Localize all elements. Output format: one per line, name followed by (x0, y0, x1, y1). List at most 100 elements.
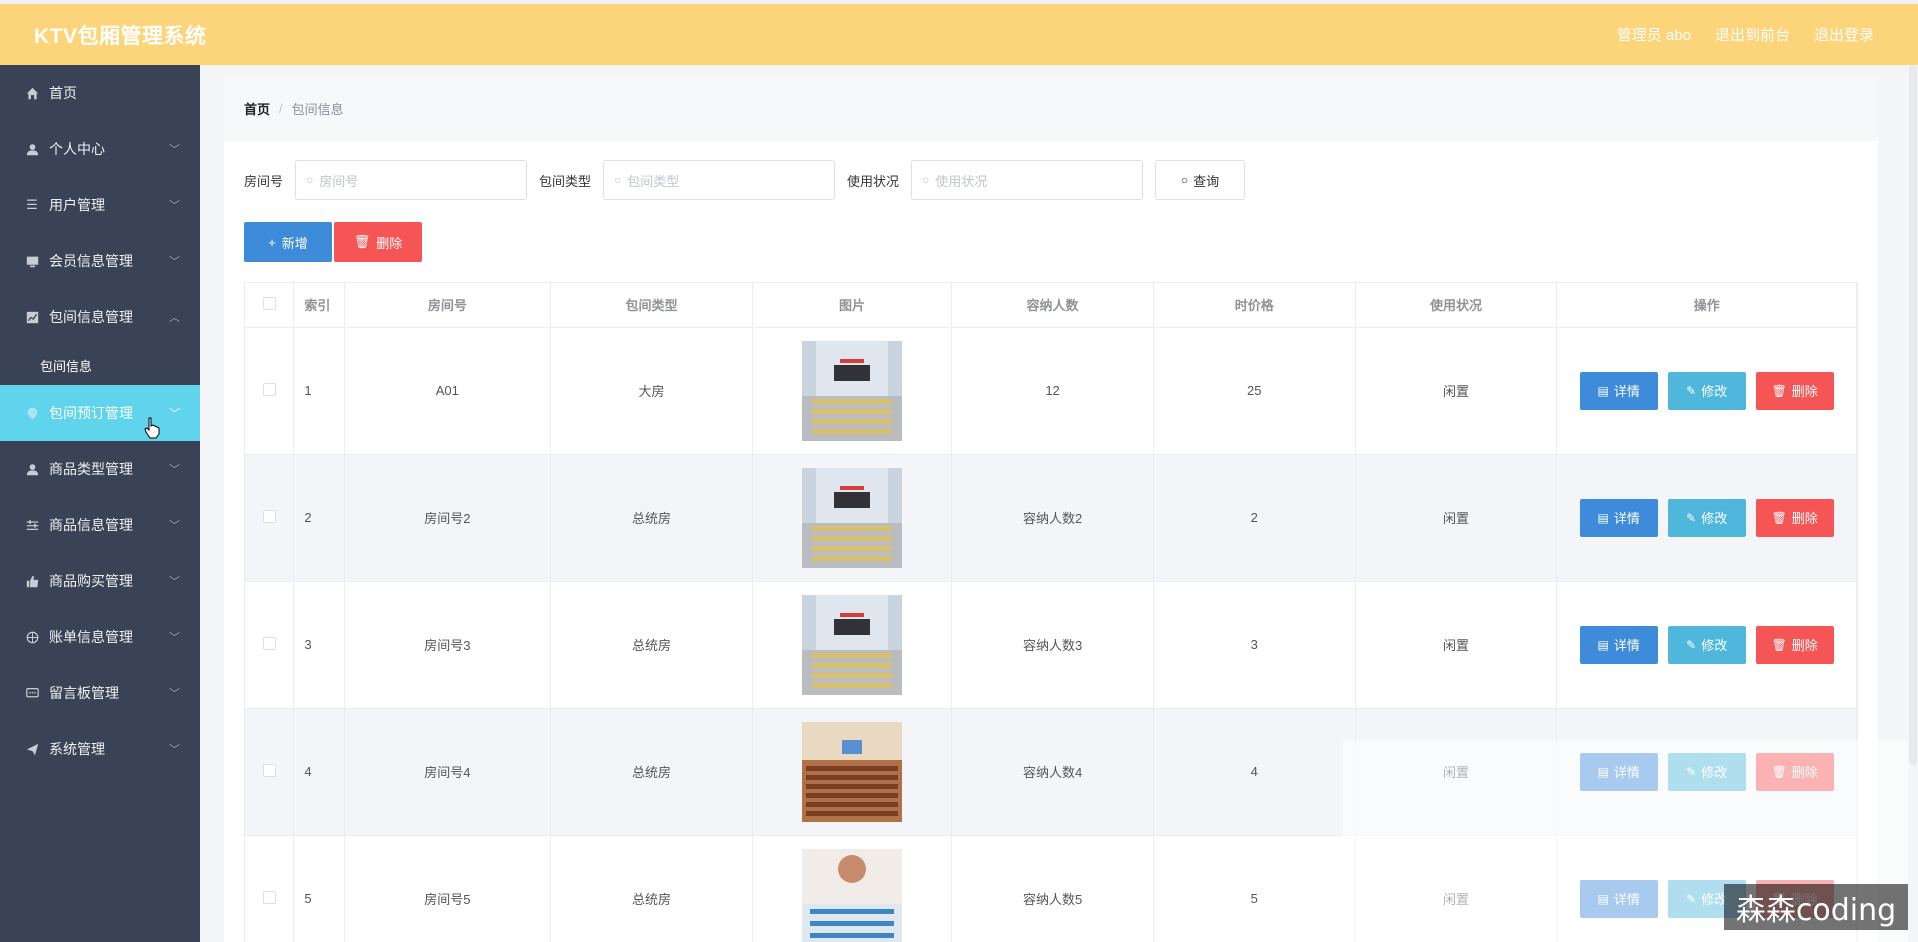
usage-status-label: 使用状况 (847, 173, 900, 189)
room-number-placeholder: 房间号 (319, 173, 359, 189)
logout-link[interactable]: 退出登录 (1814, 24, 1874, 45)
sidebar-item-room-info[interactable]: 包间信息管理 ︿ (0, 289, 200, 345)
row-checkbox[interactable] (262, 382, 276, 396)
chevron-down-icon: ﹀ (169, 200, 180, 212)
delete-label: 删除 (1791, 511, 1818, 526)
sidebar-item-system[interactable]: 系统管理 ﹀ (0, 721, 200, 777)
room-number-cell: 房间号5 (344, 835, 552, 942)
edit-label: 修改 (1701, 384, 1728, 399)
price-cell: 25 (1153, 327, 1356, 455)
delete-button[interactable]: 🗑 删除 (1755, 371, 1834, 410)
search-icon: ○ (306, 173, 314, 187)
sidebar-subitem-room-info[interactable]: 包间信息 (0, 345, 200, 385)
sidebar-item-label: 首页 (49, 85, 77, 101)
sidebar-item-personal-center[interactable]: 个人中心 ﹀ (0, 121, 200, 177)
column-header: 使用状况 (1355, 283, 1558, 328)
chevron-down-icon: ﹀ (169, 632, 180, 644)
column-header: 操作 (1556, 283, 1857, 328)
chevron-down-icon: ﹀ (169, 744, 180, 756)
pin-icon (24, 405, 40, 421)
sidebar-item-label: 包间预订管理 (49, 405, 133, 421)
sidebar-item-product-type[interactable]: 商品类型管理 ﹀ (0, 441, 200, 497)
column-header: 索引 (293, 283, 345, 328)
add-button[interactable]: + 新增 (244, 222, 332, 262)
row-checkbox[interactable] (262, 509, 276, 523)
room-type-cell: 总统房 (550, 835, 753, 942)
sidebar-item-home[interactable]: 首页 (0, 65, 200, 121)
sidebar-item-message-board[interactable]: 留言板管理 ﹀ (0, 665, 200, 721)
room-type-cell: 大房 (550, 327, 753, 455)
room-number-cell: 房间号4 (344, 708, 552, 836)
room-number-input[interactable]: ○ 房间号 (295, 160, 528, 200)
detail-button[interactable]: ▤ 详情 (1579, 625, 1658, 664)
delete-button[interactable]: 🗑 删除 (1755, 625, 1834, 664)
chart-icon (24, 309, 40, 325)
capacity-cell: 容纳人数3 (951, 581, 1154, 709)
sidebar-item-label: 用户管理 (49, 197, 105, 213)
sidebar-item-label: 留言板管理 (49, 685, 119, 701)
edit-button[interactable]: ✎ 修改 (1667, 498, 1746, 537)
room-image[interactable] (802, 848, 903, 942)
room-image[interactable] (802, 721, 903, 822)
document-icon: ▤ (1597, 383, 1609, 398)
room-image[interactable] (802, 340, 903, 441)
send-icon (24, 741, 40, 757)
price-cell: 3 (1153, 581, 1356, 709)
status-cell: 闲置 (1355, 327, 1558, 455)
pencil-icon: ✎ (1686, 637, 1697, 652)
sidebar-item-room-booking[interactable]: 包间预订管理 ﹀ (0, 385, 200, 441)
chevron-up-icon: ︿ (169, 312, 180, 324)
row-checkbox[interactable] (262, 890, 276, 904)
breadcrumb-current: 包间信息 (291, 101, 344, 117)
monitor-icon (24, 253, 40, 269)
hand-cursor-icon (144, 417, 160, 439)
select-all-checkbox[interactable] (262, 296, 276, 310)
admin-user-link[interactable]: 管理员 abo (1617, 24, 1691, 45)
trash-icon: 🗑 (353, 234, 371, 249)
room-image[interactable] (802, 594, 903, 695)
delete-button[interactable]: 🗑 删除 (1755, 498, 1834, 537)
room-image[interactable] (802, 467, 903, 568)
row-select-cell (245, 327, 295, 455)
status-cell: 闲置 (1355, 581, 1558, 709)
sidebar-item-label: 包间信息管理 (49, 309, 133, 325)
person-icon (24, 461, 40, 477)
detail-button[interactable]: ▤ 详情 (1579, 498, 1658, 537)
room-number-cell: A01 (344, 327, 552, 455)
breadcrumb-home[interactable]: 首页 (244, 99, 270, 118)
pencil-icon: ✎ (1686, 510, 1697, 525)
detail-button[interactable]: ▤ 详情 (1579, 371, 1658, 410)
chevron-down-icon: ﹀ (169, 688, 180, 700)
app-title: KTV包厢管理系统 (34, 24, 207, 48)
sidebar-item-bill-info[interactable]: 账单信息管理 ﹀ (0, 609, 200, 665)
query-button[interactable]: ○ 查询 (1155, 160, 1246, 200)
sidebar-item-member-info[interactable]: 会员信息管理 ﹀ (0, 233, 200, 289)
sidebar-item-user-management[interactable]: ☰ 用户管理 ﹀ (0, 177, 200, 233)
header-links: 管理员 abo 退出到前台 退出登录 (1617, 24, 1874, 45)
edit-button[interactable]: ✎ 修改 (1667, 625, 1746, 664)
row-checkbox[interactable] (262, 636, 276, 650)
trash-icon: 🗑 (1771, 510, 1787, 525)
search-form: 房间号 ○ 房间号 包间类型 ○ 包间类型 使用状况 ○ 使用状况 ○ 查询 (244, 160, 1246, 200)
batch-delete-button[interactable]: 🗑 删除 (334, 222, 422, 262)
scrollbar-thumb[interactable] (1909, 65, 1917, 765)
globe-icon (24, 629, 40, 645)
row-select-cell (245, 454, 295, 582)
sidebar-item-product-info[interactable]: 商品信息管理 ﹀ (0, 497, 200, 553)
room-type-placeholder: 包间类型 (627, 173, 680, 189)
scrollbar[interactable] (1908, 65, 1918, 942)
operations-cell: ▤ 详情 ✎ 修改 🗑 删除 (1556, 581, 1857, 709)
document-icon: ▤ (1597, 637, 1609, 652)
room-type-input[interactable]: ○ 包间类型 (603, 160, 836, 200)
column-header: 图片 (752, 283, 953, 328)
usage-status-input[interactable]: ○ 使用状况 (911, 160, 1144, 200)
sidebar-item-product-purchase[interactable]: 商品购买管理 ﹀ (0, 553, 200, 609)
room-number-cell: 房间号2 (344, 454, 552, 582)
chevron-down-icon: ﹀ (169, 576, 180, 588)
edit-button[interactable]: ✎ 修改 (1667, 371, 1746, 410)
index-cell: 5 (293, 835, 345, 942)
exit-to-frontend-link[interactable]: 退出到前台 (1715, 24, 1790, 45)
row-select-cell (245, 835, 295, 942)
row-checkbox[interactable] (262, 763, 276, 777)
add-button-label: 新增 (281, 235, 308, 251)
